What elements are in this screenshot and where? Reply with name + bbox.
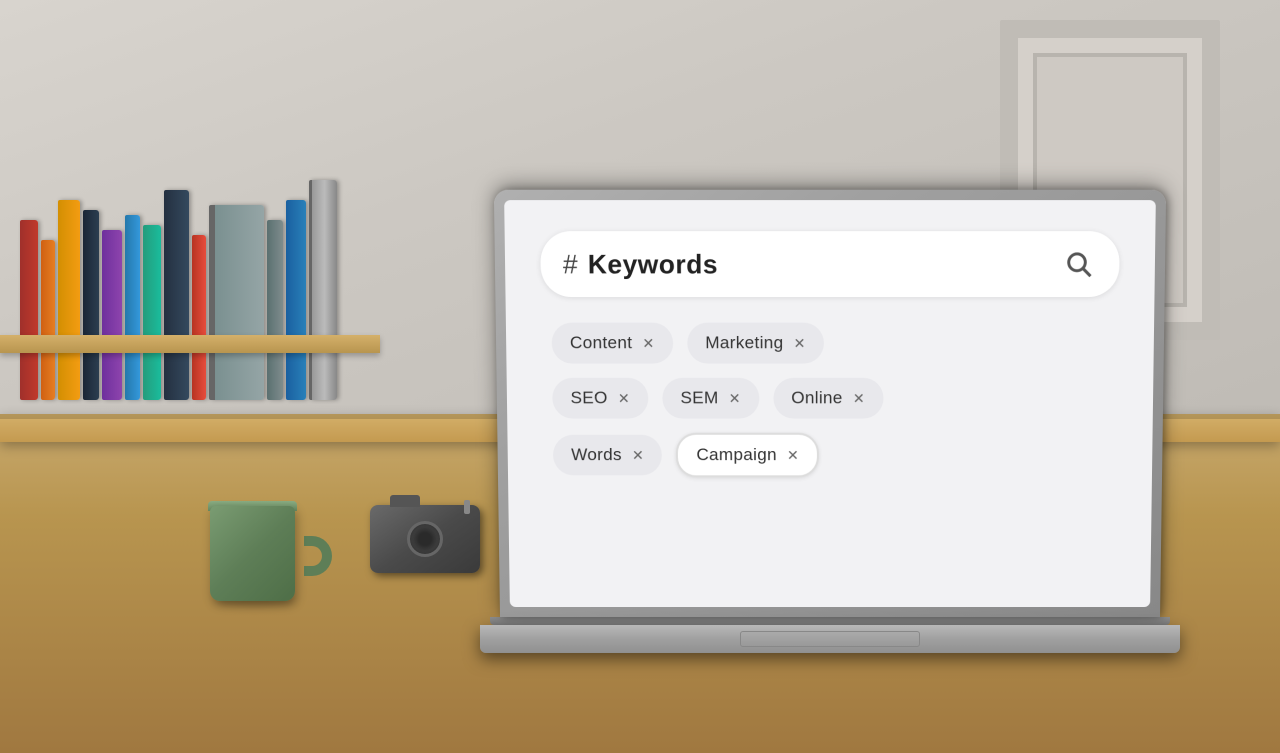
book xyxy=(41,240,55,400)
book xyxy=(267,220,283,400)
tags-row-2: SEO ✕ SEM ✕ Online ✕ xyxy=(552,378,1108,419)
tag-label: Words xyxy=(571,445,622,465)
tag-label: Campaign xyxy=(696,445,777,465)
tag-words[interactable]: Words ✕ xyxy=(553,435,663,476)
book xyxy=(83,210,99,400)
book xyxy=(164,190,189,400)
search-icon-container[interactable] xyxy=(1060,246,1097,283)
tag-remove-seo[interactable]: ✕ xyxy=(618,390,630,407)
search-icon xyxy=(1064,250,1093,279)
book xyxy=(20,220,38,400)
tag-label: SEO xyxy=(570,388,607,408)
laptop-trackpad[interactable] xyxy=(740,631,920,647)
tag-remove-content[interactable]: ✕ xyxy=(642,334,654,351)
tag-sem[interactable]: SEM ✕ xyxy=(662,378,759,419)
tag-remove-sem[interactable]: ✕ xyxy=(729,390,741,407)
laptop-screen: # Keywords xyxy=(504,200,1156,607)
search-keyword-text: Keywords xyxy=(588,248,1051,280)
book xyxy=(309,180,337,400)
search-bar[interactable]: # Keywords xyxy=(540,231,1120,297)
bookshelf xyxy=(0,60,380,440)
screen-content: # Keywords xyxy=(504,200,1156,607)
tags-area: Content ✕ Marketing ✕ xyxy=(541,318,1118,483)
mug-body xyxy=(210,506,295,601)
tags-row-1: Content ✕ Marketing ✕ xyxy=(551,323,1108,364)
laptop-screen-wrapper: # Keywords xyxy=(494,190,1166,617)
books-container xyxy=(20,140,360,400)
coffee-mug xyxy=(210,491,310,601)
laptop: # Keywords xyxy=(480,197,1180,653)
laptop-base xyxy=(480,625,1180,653)
camera-top xyxy=(390,495,420,507)
tag-label: SEM xyxy=(680,388,718,408)
book xyxy=(286,200,306,400)
book xyxy=(58,200,80,400)
shelf-board xyxy=(0,335,380,353)
hash-symbol: # xyxy=(563,251,578,278)
tag-campaign[interactable]: Campaign ✕ xyxy=(676,433,819,478)
tag-online[interactable]: Online ✕ xyxy=(773,378,883,419)
tag-remove-marketing[interactable]: ✕ xyxy=(794,334,806,351)
laptop-lid: # Keywords xyxy=(494,190,1166,617)
tag-seo[interactable]: SEO ✕ xyxy=(552,378,648,419)
book xyxy=(192,235,206,400)
tag-marketing[interactable]: Marketing ✕ xyxy=(687,323,824,364)
book xyxy=(209,205,264,400)
tag-label: Marketing xyxy=(705,333,783,353)
tag-label: Content xyxy=(570,333,633,353)
tag-content[interactable]: Content ✕ xyxy=(551,323,673,364)
book xyxy=(102,230,122,400)
tag-remove-words[interactable]: ✕ xyxy=(632,446,644,463)
scene: # Keywords xyxy=(0,0,1280,753)
tag-remove-online[interactable]: ✕ xyxy=(853,390,865,407)
camera-lens xyxy=(407,521,443,557)
camera xyxy=(370,505,490,585)
camera-body xyxy=(370,505,480,573)
book xyxy=(143,225,161,400)
book xyxy=(125,215,140,400)
camera-strap xyxy=(464,500,470,514)
laptop-hinge xyxy=(490,617,1170,625)
tag-remove-campaign[interactable]: ✕ xyxy=(787,446,799,463)
tags-row-3: Words ✕ Campaign ✕ xyxy=(553,433,1107,478)
tag-label: Online xyxy=(791,388,842,408)
